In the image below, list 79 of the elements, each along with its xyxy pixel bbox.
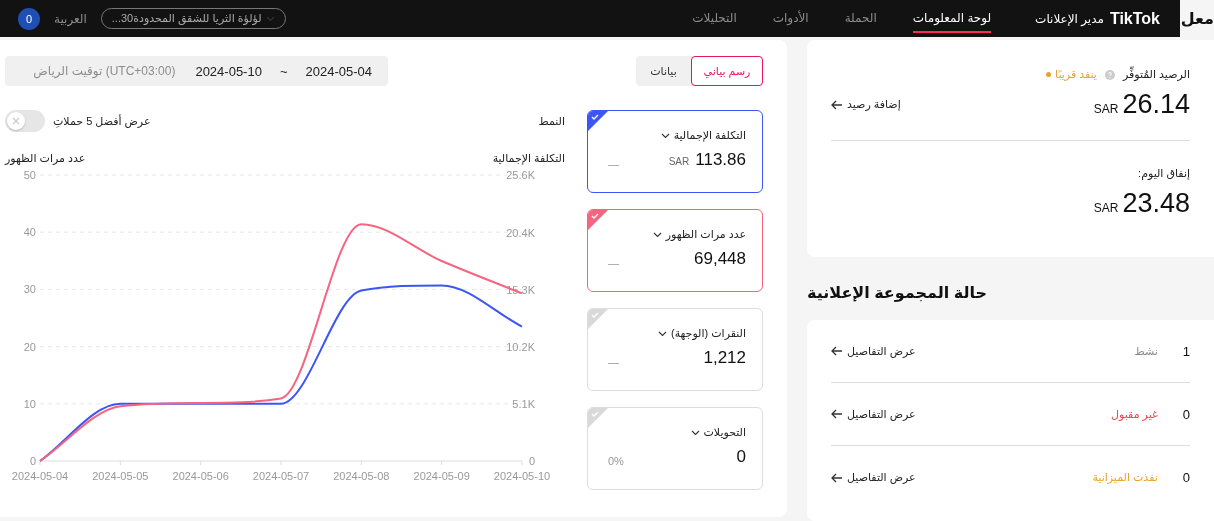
chevron-down-icon[interactable] [690,429,700,436]
add-balance-link[interactable]: إضافة رصيد [831,98,901,111]
axis-tick-label: 2024-05-05 [92,470,149,482]
toggle-switch[interactable] [5,110,45,132]
currency-label: SAR [1093,201,1119,215]
range-separator: ~ [279,63,288,79]
nav-tab[interactable]: لوحة المعلومات [912,4,992,33]
axis-tick-label: 10.2K [506,341,535,354]
close-icon [12,117,20,125]
metric-label: التحويلات [703,426,746,439]
metric-label: النقرات (الوجهة) [671,327,746,340]
logo[interactable]: TikTok [1109,9,1160,28]
axis-tick-label: 20 [23,340,36,353]
axis-tick-label: 40 [23,226,36,239]
help-icon [1104,69,1115,80]
axis-tick-label: 30 [23,283,36,296]
comparison-value: 0% [608,455,624,467]
axis-tick-label: 2024-05-08 [333,470,390,482]
chevron-down-icon[interactable] [652,231,662,238]
metric-value: 113.86 [695,150,746,170]
nav-tab[interactable]: الأدوات [772,4,809,33]
axis-tick-label: 10 [23,397,36,410]
metric-value: 1,212 [703,348,746,368]
currency-label: SAR [1093,102,1119,116]
status-label: غير مقبول [1111,407,1158,421]
view-details-link[interactable]: عرض التفاصيل [831,407,916,421]
spend-label: إنفاق اليوم: [1138,167,1190,180]
toggle-label: عرض أفضل 5 حملاتِ [53,114,151,128]
metric-label: التكلفة الإجمالية [673,129,746,142]
spend-amount: 23.48 [1122,188,1190,219]
section-heading: حالة المجموعة الإعلانية [807,283,987,302]
arrow-icon [831,409,843,419]
comparison-value: — [608,257,619,269]
view-details-link[interactable]: عرض التفاصيل [831,471,916,484]
view-tab[interactable]: رسم بياني [691,56,763,86]
status-label: نفذت الميزانية [1092,471,1158,484]
axis-tick-label: 2024-05-09 [413,470,470,482]
view-details-link[interactable]: عرض التفاصيل [831,344,916,358]
axis-tick-label: 25.6K [506,169,535,181]
product-name: مدير الإعلانات [1035,11,1104,26]
end-date: 2024-05-10 [195,63,262,79]
axis-tick-label: 5.1K [512,398,535,410]
nav-tab[interactable]: التحليلات [692,4,737,33]
balance-label: الرصيد المُتوفِّر [1122,68,1190,81]
status-count: 0 [1182,406,1190,422]
status-label: نشط [1134,344,1158,358]
axis-title: عدد مرات الظهور [5,152,86,165]
axis-tick-label: 50 [23,169,36,181]
page-title: معل [1180,9,1214,29]
axis-tick-label: 0 [29,455,36,467]
status-count: 0 [1182,470,1190,485]
view-tab[interactable]: بيانات [636,56,691,86]
metric-value: 0 [736,447,746,467]
axis-tick-label: 20.4K [506,227,535,240]
status-count: 1 [1182,343,1190,359]
arrow-icon [831,472,843,483]
metric-label: عدد مرات الظهور [665,228,746,241]
axis-tick-label: 2024-05-07 [252,470,310,482]
currency-label: SAR [668,156,690,167]
axis-title: التكلفة الإجمالية [492,152,565,165]
balance-amount: 26.14 [1122,89,1190,120]
axis-tick-label: 2024-05-04 [11,470,69,482]
metric-value: 69,448 [694,249,746,269]
arrow-icon [831,346,843,356]
comparison-value: — [608,356,619,368]
axis-tick-label: 2024-05-06 [172,470,229,482]
chevron-down-icon[interactable] [658,330,667,337]
language-selector[interactable]: العربية [54,11,87,26]
status-warning: ينفد قريبًا [1046,68,1097,81]
comparison-value: — [608,158,619,170]
avatar[interactable]: 0 [18,7,40,30]
timezone-label: (UTC+03:00) توقيت الرياض [33,64,176,78]
nav-tab[interactable]: الحملة [844,4,877,33]
axis-tick-label: 2024-05-10 [493,470,551,482]
start-date: 2024-05-04 [305,63,372,79]
arrow-icon [831,99,843,110]
mode-label: النمط [538,114,565,128]
axis-tick-label: 0 [528,455,535,467]
chevron-down-icon[interactable] [660,132,670,139]
